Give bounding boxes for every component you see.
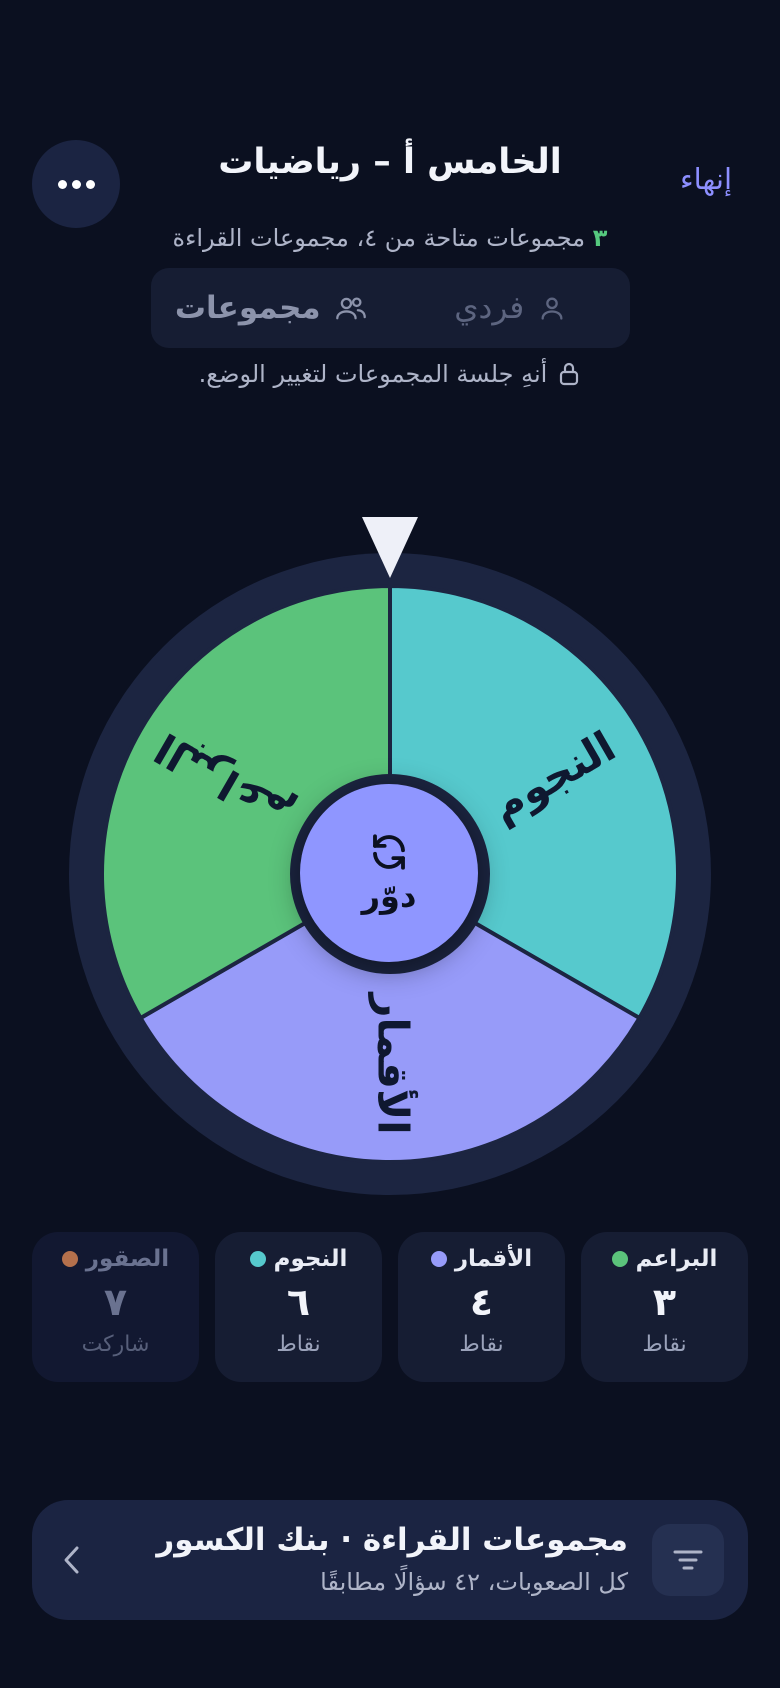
end-session-button[interactable]: إنهاء (680, 162, 732, 196)
mode-groups-label: مجموعات (174, 290, 321, 326)
mode-individual-option[interactable]: فردي (391, 268, 631, 348)
question-bank-bar[interactable]: مجموعات القراءة · بنك الكسور كل الصعوبات… (32, 1500, 748, 1620)
lock-icon (560, 362, 579, 386)
group-name: النجوم (273, 1246, 348, 1272)
group-scores: البراعم ٣ نقاط الأقمار ٤ نقاط النجوم ٦ ن… (32, 1232, 748, 1382)
wheel-segment-label: الأقمار (369, 991, 419, 1134)
group-color-dot (430, 1251, 447, 1267)
question-bank-subtitle: كل الصعوبات، ٤٢ سؤالًا مطابقًا (320, 1568, 628, 1596)
group-score: ٤ (469, 1280, 494, 1324)
group-score-unit: شاركت (81, 1332, 150, 1357)
open-bank-button[interactable] (50, 1538, 94, 1582)
page-title: الخامس أ – رياضيات (218, 142, 562, 182)
more-horizontal-icon (57, 179, 95, 189)
group-name: البراعم (635, 1246, 718, 1272)
spin-button[interactable]: دوّر (300, 784, 478, 962)
group-color-dot (61, 1251, 78, 1267)
refresh-icon (373, 834, 405, 870)
group-color-dot (249, 1251, 266, 1267)
group-score: ٦ (286, 1280, 311, 1324)
group-card-stars[interactable]: النجوم ٦ نقاط (215, 1232, 382, 1382)
groups-available-summary: ٣ مجموعات متاحة من ٤، مجموعات القراءة (0, 224, 780, 252)
group-card-falcons[interactable]: الصقور ٧ شاركت (32, 1232, 199, 1382)
question-bank-title: مجموعات القراءة · بنك الكسور (156, 1522, 628, 1558)
group-score: ٧ (103, 1280, 128, 1324)
group-score-unit: نقاط (459, 1332, 504, 1357)
users-icon (335, 297, 366, 320)
lock-note-text: أنهِ جلسة المجموعات لتغيير الوضع. (198, 360, 548, 388)
available-text: مجموعات متاحة من ٤، مجموعات القراءة (172, 224, 586, 252)
group-score: ٣ (652, 1280, 677, 1324)
lock-note: أنهِ جلسة المجموعات لتغيير الوضع. (0, 360, 780, 388)
spin-label: دوّر (361, 877, 417, 915)
user-icon (541, 297, 563, 320)
more-options-button[interactable] (32, 140, 120, 228)
group-card-buds[interactable]: البراعم ٣ نقاط (581, 1232, 748, 1382)
mode-individual-label: فردي (454, 290, 525, 326)
group-color-dot (611, 1251, 628, 1267)
mode-groups-option[interactable]: مجموعات (151, 268, 391, 348)
filter-icon (673, 1550, 703, 1570)
group-name: الصقور (85, 1246, 170, 1272)
chevron-left-icon (64, 1546, 79, 1574)
available-count: ٣ (592, 224, 608, 252)
filter-button[interactable] (652, 1524, 724, 1596)
group-name: الأقمار (454, 1246, 533, 1272)
mode-toggle: فردي مجموعات (151, 268, 630, 348)
group-score-unit: نقاط (642, 1332, 687, 1357)
group-card-moons[interactable]: الأقمار ٤ نقاط (398, 1232, 565, 1382)
group-score-unit: نقاط (276, 1332, 321, 1357)
